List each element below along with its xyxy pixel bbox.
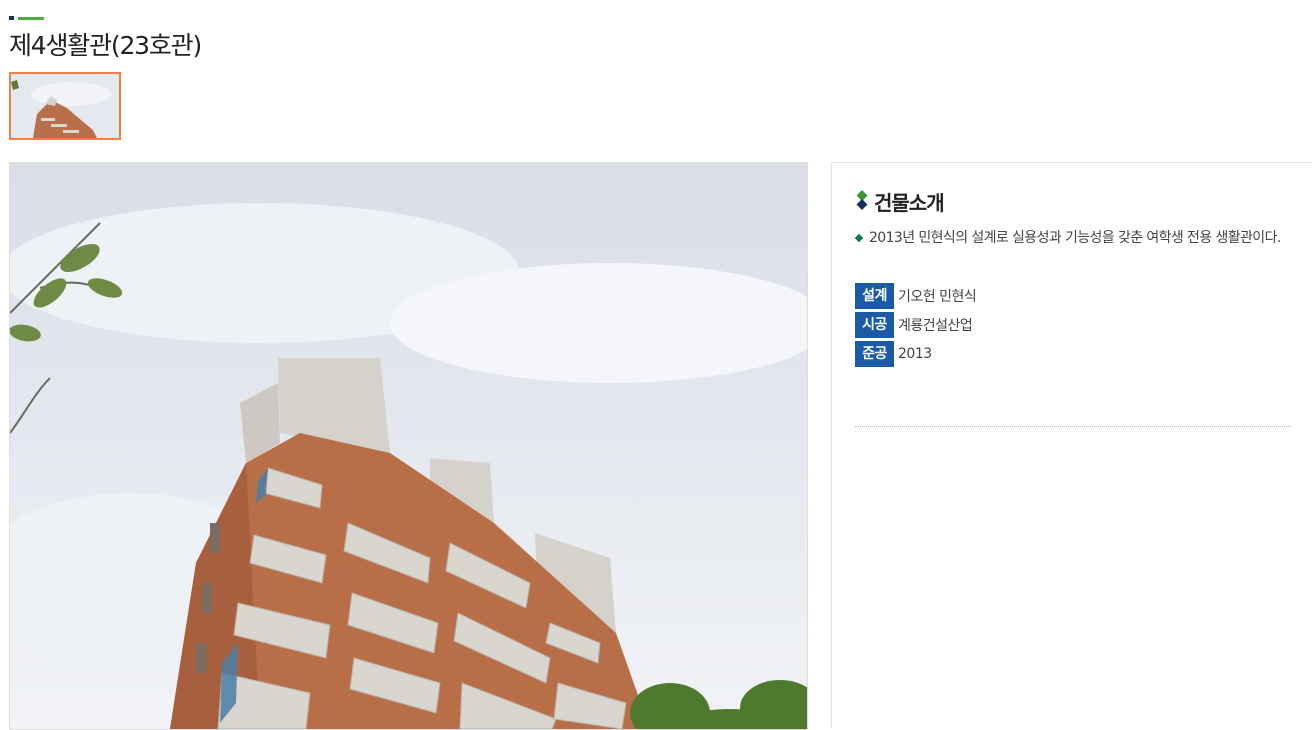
- bullet-icon: [854, 233, 864, 243]
- spec-row-completion: 준공 2013: [855, 341, 976, 367]
- spec-value: 2013: [898, 346, 932, 362]
- description-text: 2013년 민현식의 설계로 실용성과 기능성을 갖춘 여학생 전용 생활관이다…: [869, 230, 1281, 246]
- building-photo: [9, 162, 808, 730]
- info-heading: 건물소개: [874, 191, 945, 215]
- gallery-thumbnail[interactable]: [9, 72, 121, 140]
- title-decoration: [9, 16, 45, 20]
- spec-label: 시공: [855, 312, 894, 338]
- spec-value: 계룡건설산업: [898, 318, 973, 334]
- spec-list: 설계 기오헌 민현식 시공 계룡건설산업 준공 2013: [855, 283, 977, 370]
- page-title: 제4생활관(23호관): [9, 31, 202, 60]
- spec-row-construction: 시공 계룡건설산업: [855, 312, 976, 338]
- spec-label: 준공: [855, 341, 894, 367]
- diamond-icon: [856, 190, 868, 210]
- spec-row-design: 설계 기오헌 민현식: [855, 283, 977, 309]
- spec-label: 설계: [855, 283, 894, 309]
- building-description: 2013년 민현식의 설계로 실용성과 기능성을 갖춘 여학생 전용 생활관이다…: [854, 227, 1295, 249]
- thumbnail-photo: [11, 74, 119, 138]
- title-decoration-line: [18, 17, 44, 20]
- divider: [855, 426, 1291, 427]
- title-decoration-square: [9, 16, 14, 20]
- building-info-panel: 건물소개 2013년 민현식의 설계로 실용성과 기능성을 갖춘 여학생 전용 …: [831, 162, 1312, 728]
- spec-value: 기오헌 민현식: [898, 289, 977, 305]
